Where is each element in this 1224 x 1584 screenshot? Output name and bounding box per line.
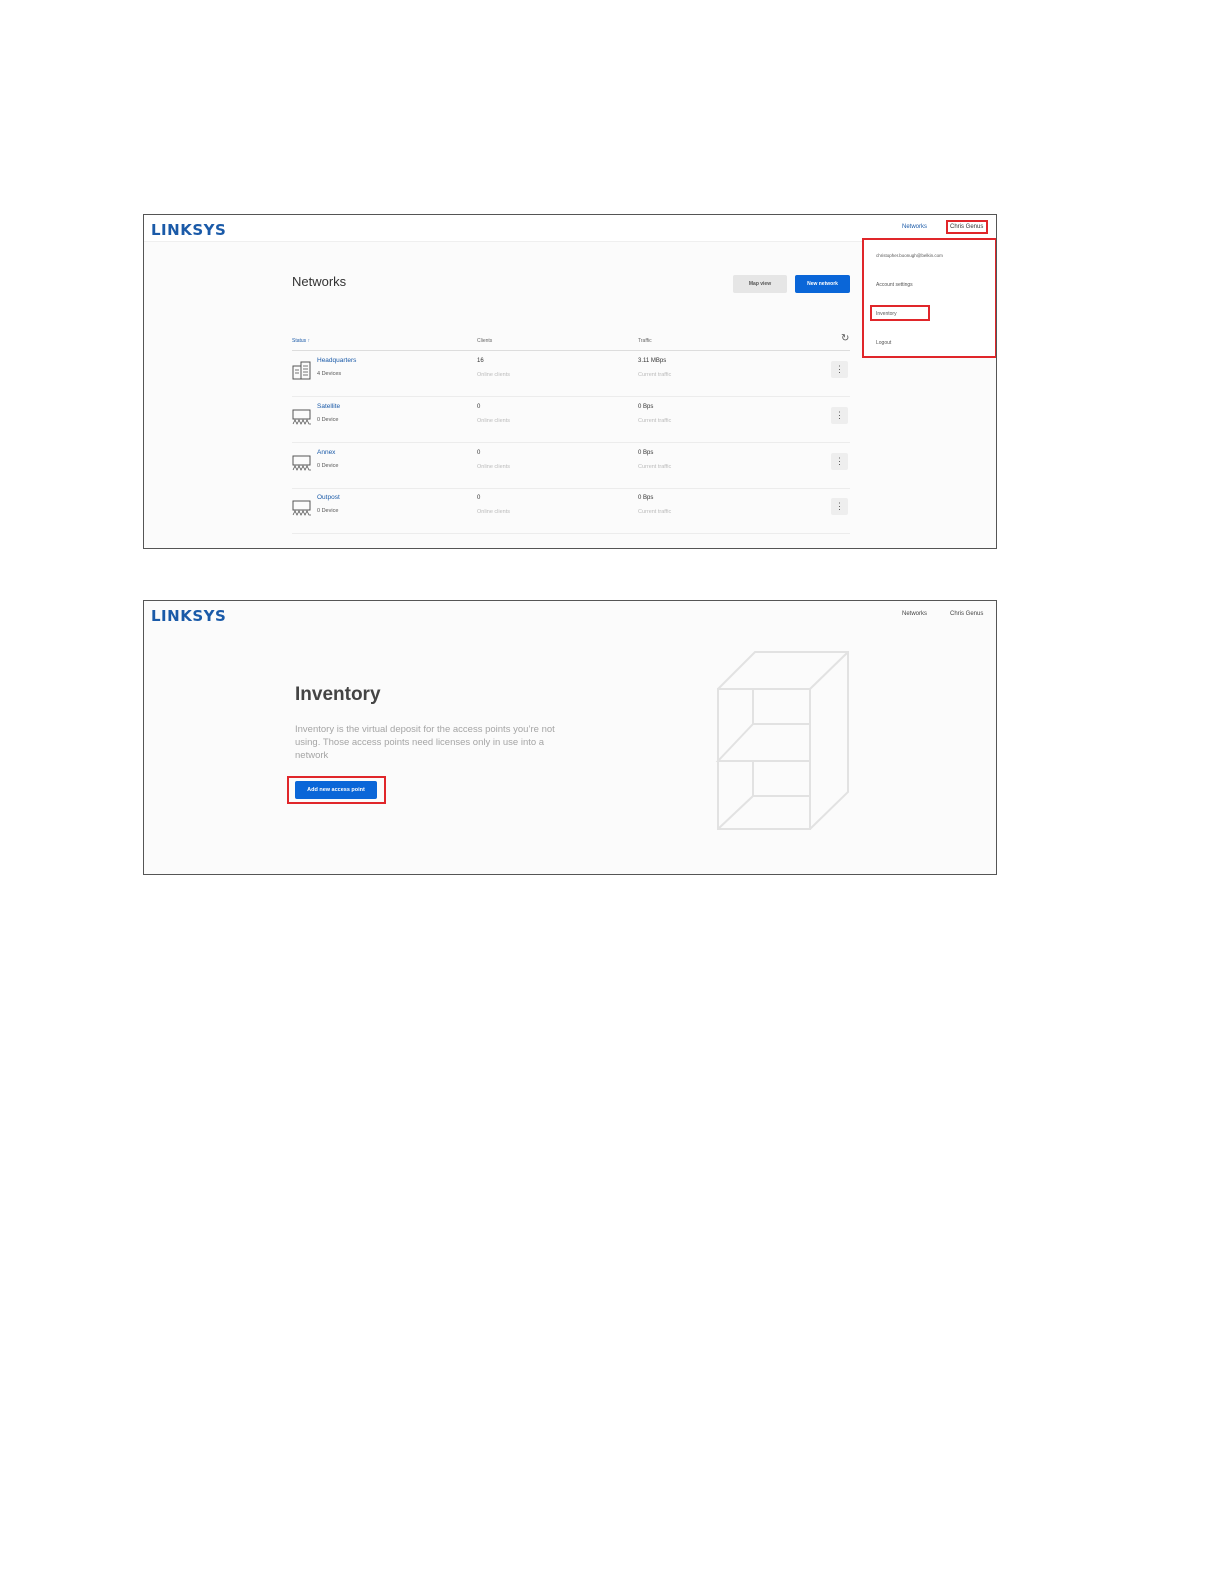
linksys-logo: LINKSYS	[151, 607, 227, 625]
access-point-icon	[292, 409, 311, 425]
linksys-logo: LINKSYS	[151, 221, 227, 239]
user-menu-button[interactable]: Chris Genus	[950, 611, 983, 617]
clients-label: Online clients	[477, 509, 511, 515]
device-count: 0 Device	[317, 463, 339, 469]
inventory-menu-item[interactable]: Inventory	[876, 311, 897, 317]
more-options-icon[interactable]: ⋮	[831, 453, 848, 470]
more-options-icon[interactable]: ⋮	[831, 361, 848, 378]
table-row[interactable]: Satellite 0 Device 0 Online clients 0 Bp…	[292, 397, 850, 443]
refresh-icon[interactable]: ↻	[841, 333, 849, 344]
inventory-description: Inventory is the virtual deposit for the…	[295, 724, 555, 761]
more-options-icon[interactable]: ⋮	[831, 498, 848, 515]
device-count: 0 Device	[317, 417, 339, 423]
traffic-value: 3.11 MBps	[638, 358, 667, 364]
network-name-link[interactable]: Headquarters	[317, 357, 356, 364]
new-network-button[interactable]: New network	[795, 275, 850, 293]
logout-menu-item[interactable]: Logout	[876, 340, 891, 346]
table-row[interactable]: Annex 0 Device 0 Online clients 0 Bps Cu…	[292, 443, 850, 489]
add-access-point-button[interactable]: Add new access point	[295, 781, 377, 799]
access-point-icon	[292, 500, 311, 516]
shelf-illustration	[715, 651, 849, 830]
traffic-column-header: Traffic	[638, 338, 652, 344]
network-name-link[interactable]: Satellite	[317, 403, 340, 410]
user-email: christopher.boonugh@belkin.com	[876, 253, 943, 258]
inventory-screenshot: LINKSYS Networks Chris Genus Inventory I…	[143, 600, 997, 875]
page-title: Networks	[292, 274, 347, 289]
page-title: Inventory	[295, 684, 381, 705]
clients-value: 0	[477, 450, 481, 456]
traffic-label: Current traffic	[638, 509, 672, 515]
user-dropdown-menu: christopher.boonugh@belkin.com Account s…	[862, 238, 996, 358]
account-settings-item[interactable]: Account settings	[876, 282, 913, 288]
clients-value: 0	[477, 404, 481, 410]
access-point-icon	[292, 455, 311, 471]
more-options-icon[interactable]: ⋮	[831, 407, 848, 424]
traffic-value: 0 Bps	[638, 495, 654, 501]
user-menu-button[interactable]: Chris Genus	[950, 224, 983, 230]
clients-value: 0	[477, 495, 481, 501]
map-view-button[interactable]: Map view	[733, 275, 787, 293]
clients-label: Online clients	[477, 372, 511, 378]
device-count: 4 Devices	[317, 371, 342, 377]
network-name-link[interactable]: Annex	[317, 449, 335, 456]
status-column-header[interactable]: Status ↑	[292, 338, 310, 344]
traffic-label: Current traffic	[638, 464, 672, 470]
clients-value: 16	[477, 358, 484, 364]
network-name-link[interactable]: Outpost	[317, 494, 340, 501]
traffic-label: Current traffic	[638, 418, 672, 424]
traffic-value: 0 Bps	[638, 450, 654, 456]
table-row[interactable]: Headquarters 4 Devices 16 Online clients…	[292, 351, 850, 397]
building-icon	[292, 361, 311, 380]
nav-networks-link[interactable]: Networks	[902, 224, 927, 230]
traffic-value: 0 Bps	[638, 404, 654, 410]
device-count: 0 Device	[317, 508, 339, 514]
table-row[interactable]: Outpost 0 Device 0 Online clients 0 Bps …	[292, 488, 850, 534]
traffic-label: Current traffic	[638, 372, 672, 378]
clients-column-header: Clients	[477, 338, 493, 344]
clients-label: Online clients	[477, 418, 511, 424]
clients-label: Online clients	[477, 464, 511, 470]
top-bar: LINKSYS Networks Chris Genus	[144, 601, 996, 627]
nav-networks-link[interactable]: Networks	[902, 611, 927, 617]
networks-screenshot: LINKSYS Networks Chris Genus Networks Ma…	[143, 214, 997, 549]
